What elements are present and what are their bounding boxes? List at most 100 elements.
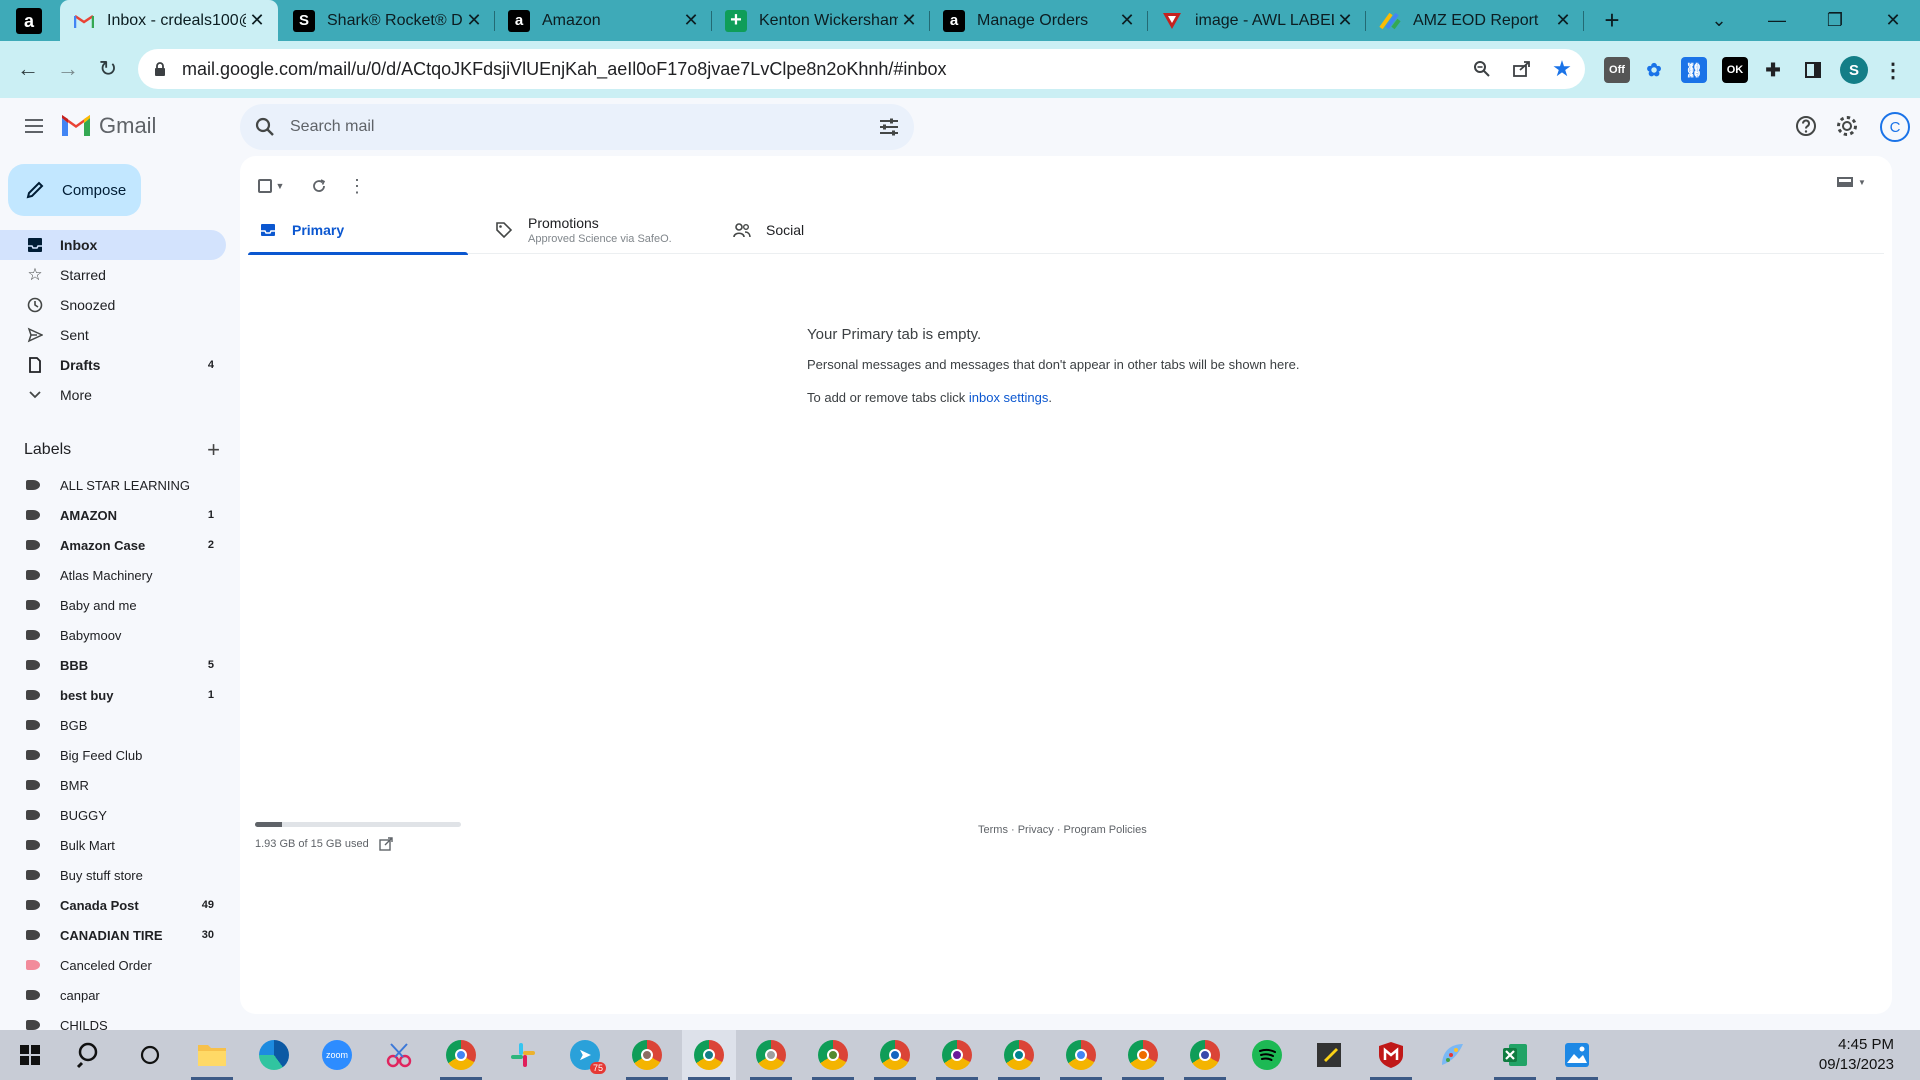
task-view-icon[interactable] <box>123 1030 177 1080</box>
chrome-profile-icon[interactable] <box>806 1030 860 1080</box>
snipping-tool-icon[interactable] <box>372 1030 426 1080</box>
external-link-icon[interactable] <box>379 837 393 851</box>
restore-button[interactable]: ❐ <box>1806 0 1864 41</box>
label-item[interactable]: Buy stuff store <box>0 860 226 890</box>
close-icon[interactable]: ✕ <box>1116 10 1138 31</box>
account-avatar[interactable]: C <box>1880 112 1910 142</box>
settings-gear-icon[interactable] <box>1834 113 1860 139</box>
sticky-notes-icon[interactable] <box>1302 1030 1356 1080</box>
browser-tab-shark[interactable]: S Shark® Rocket® Du ✕ <box>280 0 495 41</box>
chrome-profile-icon[interactable] <box>1054 1030 1108 1080</box>
taskbar-search-icon[interactable] <box>63 1030 117 1080</box>
search-options-icon[interactable] <box>878 116 900 138</box>
add-label-button[interactable]: + <box>207 437 220 463</box>
system-clock[interactable]: 4:45 PM 09/13/2023 <box>1819 1035 1894 1075</box>
chrome-profile-active-icon[interactable] <box>682 1030 736 1080</box>
label-item[interactable]: ALL STAR LEARNING <box>0 470 226 500</box>
tab-promotions[interactable]: Promotions Approved Science via SafeO. <box>484 206 704 254</box>
select-dropdown-icon[interactable]: ▼ <box>272 175 288 197</box>
browser-tab-manage-orders[interactable]: a Manage Orders ✕ <box>930 0 1148 41</box>
browser-menu-icon[interactable]: ⋮ <box>1880 57 1906 83</box>
label-item[interactable]: Amazon Case 2 <box>0 530 226 560</box>
chrome-profile-icon[interactable] <box>744 1030 798 1080</box>
label-item[interactable]: Canada Post 49 <box>0 890 226 920</box>
chrome-profile-icon[interactable] <box>930 1030 984 1080</box>
browser-tab-amazon[interactable]: a Amazon ✕ <box>495 0 712 41</box>
label-item[interactable]: BMR <box>0 770 226 800</box>
excel-icon[interactable] <box>1488 1030 1542 1080</box>
zoom-app-icon[interactable]: zoom <box>310 1030 364 1080</box>
reload-icon[interactable]: ↻ <box>92 53 124 85</box>
label-item[interactable]: CANADIAN TIRE 30 <box>0 920 226 950</box>
label-item[interactable]: Big Feed Club <box>0 740 226 770</box>
windows-start-icon[interactable] <box>3 1030 57 1080</box>
close-window-button[interactable]: ✕ <box>1864 0 1920 41</box>
label-item[interactable]: best buy 1 <box>0 680 226 710</box>
label-item[interactable]: CHILDS <box>0 1010 226 1030</box>
tab-primary[interactable]: Primary <box>248 206 468 255</box>
mcafee-icon[interactable] <box>1364 1030 1418 1080</box>
chrome-profile-icon[interactable] <box>992 1030 1046 1080</box>
more-options-icon[interactable]: ⋮ <box>346 175 368 197</box>
extension-ok-icon[interactable]: OK <box>1722 57 1748 83</box>
slack-icon[interactable] <box>496 1030 550 1080</box>
browser-tab-amz-eod[interactable]: AMZ EOD Report ✕ <box>1366 0 1584 41</box>
label-item[interactable]: AMAZON 1 <box>0 500 226 530</box>
address-bar[interactable]: mail.google.com/mail/u/0/d/ACtqoJKFdsjiV… <box>138 49 1585 89</box>
nav-item-more[interactable]: More <box>0 380 226 410</box>
forward-icon[interactable]: → <box>52 53 84 85</box>
browser-tab-gmail[interactable]: Inbox - crdeals100@ ✕ <box>60 0 278 41</box>
search-icon[interactable] <box>254 116 276 138</box>
chrome-profile-icon[interactable] <box>1116 1030 1170 1080</box>
label-item[interactable]: Canceled Order <box>0 950 226 980</box>
edge-browser-icon[interactable] <box>247 1030 301 1080</box>
refresh-icon[interactable] <box>308 175 330 197</box>
nav-item-sent[interactable]: Sent <box>0 320 226 350</box>
close-icon[interactable]: ✕ <box>463 10 485 31</box>
browser-tab-awl-label[interactable]: image - AWL LABEL ✕ <box>1148 0 1366 41</box>
label-item[interactable]: canpar <box>0 980 226 1010</box>
photos-icon[interactable] <box>1550 1030 1604 1080</box>
spotify-icon[interactable] <box>1240 1030 1294 1080</box>
nav-item-drafts[interactable]: Drafts 4 <box>0 350 226 380</box>
select-all-checkbox[interactable] <box>258 179 272 193</box>
label-item[interactable]: Bulk Mart <box>0 830 226 860</box>
browser-profile-avatar[interactable]: S <box>1840 56 1868 84</box>
footer-links[interactable]: Terms · Privacy · Program Policies <box>978 824 1147 836</box>
nav-item-inbox[interactable]: Inbox <box>0 230 226 260</box>
puzzle-icon[interactable]: ✚ <box>1760 57 1786 83</box>
help-icon[interactable] <box>1793 113 1819 139</box>
label-item[interactable]: BUGGY <box>0 800 226 830</box>
tab-social[interactable]: Social <box>722 206 942 254</box>
close-icon[interactable]: ✕ <box>246 10 268 31</box>
nav-item-starred[interactable]: ☆ Starred <box>0 260 226 290</box>
share-icon[interactable] <box>1508 57 1536 81</box>
label-item[interactable]: Baby and me <box>0 590 226 620</box>
compose-button[interactable]: Compose <box>8 164 141 216</box>
chrome-profile-icon[interactable] <box>620 1030 674 1080</box>
extension-link-icon[interactable]: ⛓ <box>1681 57 1707 83</box>
nav-item-snoozed[interactable]: Snoozed <box>0 290 226 320</box>
tab-search-chevron-icon[interactable]: ⌄ <box>1690 0 1748 41</box>
chrome-profile-icon[interactable] <box>434 1030 488 1080</box>
close-icon[interactable]: ✕ <box>898 10 920 31</box>
close-icon[interactable]: ✕ <box>680 10 702 31</box>
search-input[interactable] <box>290 118 850 136</box>
chrome-profile-icon[interactable] <box>1178 1030 1232 1080</box>
close-icon[interactable]: ✕ <box>1334 10 1356 31</box>
chrome-profile-icon[interactable] <box>868 1030 922 1080</box>
label-item[interactable]: Babymoov <box>0 620 226 650</box>
inbox-settings-link[interactable]: inbox settings <box>969 390 1049 405</box>
minimize-button[interactable]: — <box>1748 0 1806 41</box>
close-icon[interactable]: ✕ <box>1552 10 1574 31</box>
new-tab-button[interactable]: + <box>1596 4 1628 36</box>
browser-tab-sheets[interactable]: + Kenton Wickersham ✕ <box>712 0 930 41</box>
file-explorer-icon[interactable] <box>185 1030 239 1080</box>
back-icon[interactable]: ← <box>12 53 44 85</box>
label-item[interactable]: Atlas Machinery <box>0 560 226 590</box>
label-item[interactable]: BBB 5 <box>0 650 226 680</box>
pinned-tab-amazon-icon[interactable]: a <box>16 8 42 34</box>
bookmark-star-icon[interactable]: ★ <box>1548 56 1576 81</box>
label-item[interactable]: BGB <box>0 710 226 740</box>
extension-gear-icon[interactable]: ✿ <box>1641 57 1667 83</box>
